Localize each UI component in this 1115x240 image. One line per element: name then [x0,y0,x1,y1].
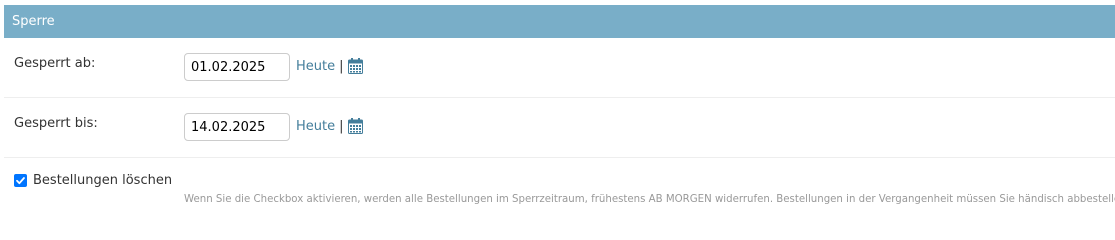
blocked-from-label: Gesperrt ab: [14,56,96,71]
blocked-to-date-input[interactable] [184,113,290,141]
blocked-from-today-link[interactable]: Heute [296,59,335,74]
shortcut-separator: | [339,58,344,74]
blocked-to-label: Gesperrt bis: [14,116,98,131]
blocked-to-row: Gesperrt bis: Heute | [4,98,1115,158]
blocked-from-shortcuts: Heute | [296,58,363,74]
calendar-icon[interactable] [347,58,363,74]
sperre-fieldset: Sperre Gesperrt ab: Heute | [4,5,1115,218]
shortcut-separator: | [339,118,344,134]
checkmark-icon [16,177,25,185]
delete-orders-label[interactable]: Bestellungen löschen [33,173,172,188]
calendar-icon[interactable] [347,118,363,134]
delete-orders-row: Bestellungen löschen Wenn Sie die Checkb… [4,158,1115,218]
delete-orders-checkbox-group: Bestellungen löschen [14,173,172,188]
fieldset-title: Sperre [4,5,1115,38]
blocked-from-row: Gesperrt ab: Heute | [4,38,1115,98]
blocked-from-date-input[interactable] [184,53,290,81]
delete-orders-help-text: Wenn Sie die Checkbox aktivieren, werden… [184,194,1115,205]
delete-orders-checkbox[interactable] [14,174,27,187]
blocked-to-shortcuts: Heute | [296,118,363,134]
blocked-to-today-link[interactable]: Heute [296,119,335,134]
